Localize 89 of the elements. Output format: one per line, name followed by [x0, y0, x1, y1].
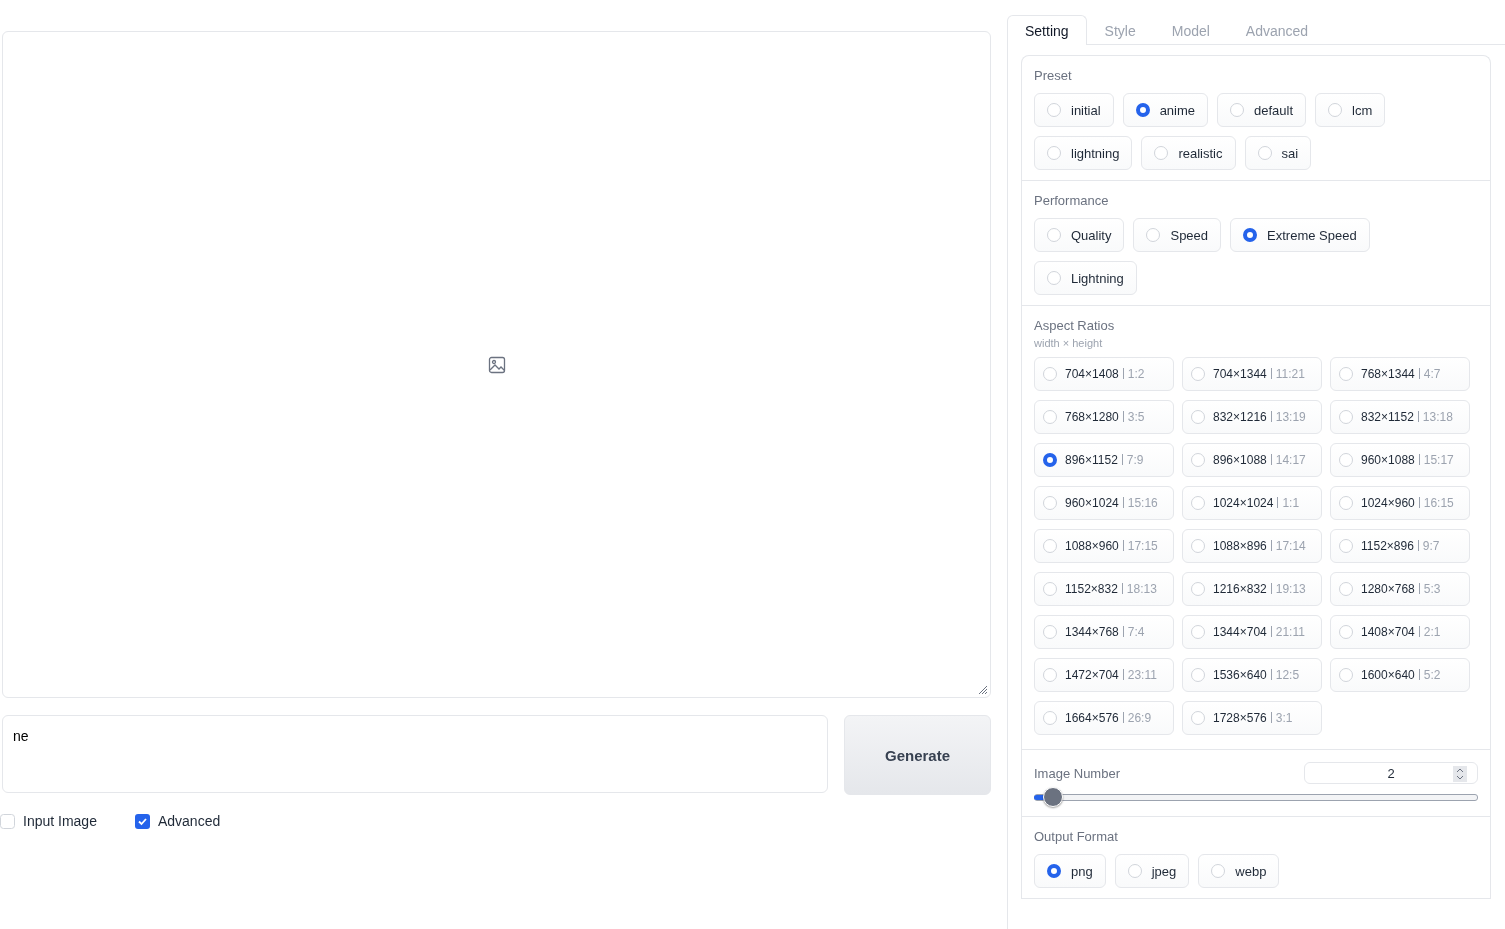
radio-option[interactable]: 960×1088 15:17	[1330, 443, 1470, 477]
checkbox-option[interactable]: Advanced	[134, 813, 221, 829]
radio-option[interactable]: jpeg	[1114, 854, 1190, 888]
radio-option[interactable]: default	[1217, 93, 1307, 127]
ratio-label: 1664×576 26:9	[1065, 711, 1152, 725]
ratio-label: 1600×640 5:2	[1361, 668, 1441, 682]
resize-handle-icon[interactable]	[976, 683, 988, 695]
spinner-icon[interactable]	[1453, 766, 1467, 782]
number-field[interactable]: 2	[1304, 762, 1478, 784]
radio-option[interactable]: 896×1152 7:9	[1034, 443, 1174, 477]
checkbox-option[interactable]: Input Image	[0, 813, 97, 829]
ratio-label: 1408×704 2:1	[1361, 625, 1441, 639]
ratio-label: 1088×960 17:15	[1065, 539, 1158, 553]
hint-text: width × height	[1034, 337, 1104, 349]
radio-button[interactable]	[1043, 453, 1057, 467]
radio-button[interactable]	[1135, 103, 1150, 117]
ratio-label: 1024×960 16:15	[1361, 496, 1454, 510]
radio-option[interactable]: 1152×896 9:7	[1330, 529, 1470, 563]
radio-option[interactable]: 1024×960 16:15	[1330, 486, 1470, 520]
radio-option[interactable]: png	[1034, 854, 1106, 888]
ratio-label: 896×1088 14:17	[1213, 453, 1306, 467]
ratio-label: 1152×896 9:7	[1361, 539, 1440, 553]
ratio-label: 768×1280 3:5	[1065, 410, 1145, 424]
ratio-label: 1472×704 23:11	[1065, 668, 1157, 682]
radio-option[interactable]: webp	[1198, 854, 1280, 888]
radio-option[interactable]: 768×1344 4:7	[1330, 357, 1470, 391]
radio-option[interactable]: 1024×1024 1:1	[1182, 486, 1322, 520]
radio-option[interactable]: 704×1408 1:2	[1034, 357, 1174, 391]
section-label: Output Format	[1034, 829, 1119, 844]
radio-option[interactable]: anime	[1122, 93, 1209, 127]
radio-button[interactable]	[1047, 864, 1061, 878]
radio-option[interactable]: 704×1344 11:21	[1182, 357, 1322, 391]
radio-option[interactable]: 832×1152 13:18	[1330, 400, 1470, 434]
radio-option[interactable]: 1472×704 23:11	[1034, 658, 1174, 692]
ratio-label: 960×1024 15:16	[1065, 496, 1158, 510]
radio-option[interactable]: Speed	[1133, 218, 1222, 252]
ratio-label: 1216×832 19:13	[1213, 582, 1306, 596]
prompt-field[interactable]: ne	[2, 715, 828, 793]
ratio-label: 1344×768 7:4	[1065, 625, 1145, 639]
ratio-label: 960×1088 15:17	[1361, 453, 1454, 467]
generate-button[interactable]: Generate	[844, 715, 991, 795]
ratio-label: 1728×576 3:1	[1213, 711, 1293, 725]
checkbox[interactable]	[134, 813, 150, 829]
ratio-label: 896×1152 7:9	[1065, 453, 1144, 467]
radio-option[interactable]: lightning	[1034, 136, 1133, 170]
section-label: Performance	[1034, 193, 1110, 208]
radio-button[interactable]	[1243, 228, 1258, 242]
ratio-label: 704×1408 1:2	[1065, 367, 1145, 381]
ratio-label: 832×1216 13:19	[1213, 410, 1306, 424]
ratio-label: 1088×896 17:14	[1213, 539, 1306, 553]
section-label: Aspect Ratios	[1034, 318, 1116, 333]
ratio-label: 1024×1024 1:1	[1213, 496, 1300, 510]
slider-thumb[interactable]	[1042, 787, 1063, 807]
checkbox[interactable]	[0, 813, 15, 829]
radio-option[interactable]: 1088×896 17:14	[1182, 529, 1322, 563]
radio-option[interactable]: 1408×704 2:1	[1330, 615, 1470, 649]
radio-option[interactable]: 1600×640 5:2	[1330, 658, 1470, 692]
radio-option[interactable]: 1216×832 19:13	[1182, 572, 1322, 606]
ratio-label: 832×1152 13:18	[1361, 410, 1453, 424]
radio-option[interactable]: 1728×576 3:1	[1182, 701, 1322, 735]
ratio-label: 768×1344 4:7	[1361, 367, 1441, 381]
tab[interactable]: Setting	[1007, 15, 1087, 45]
radio-option[interactable]: 1280×768 5:3	[1330, 572, 1470, 606]
ratio-label: 1280×768 5:3	[1361, 582, 1441, 596]
slider[interactable]	[1034, 786, 1478, 808]
ratio-label: 704×1344 11:21	[1213, 367, 1305, 381]
radio-option[interactable]: realistic	[1141, 136, 1236, 170]
section-label: Image Number	[1034, 765, 1120, 781]
radio-option[interactable]: 1088×960 17:15	[1034, 529, 1174, 563]
image-icon	[487, 355, 506, 374]
radio-option[interactable]: Lightning	[1034, 261, 1137, 295]
radio-option[interactable]: 1152×832 18:13	[1034, 572, 1174, 606]
ratio-label: 1536×640 12:5	[1213, 668, 1300, 682]
radio-option[interactable]: 1344×704 21:11	[1182, 615, 1322, 649]
radio-option[interactable]: 1344×768 7:4	[1034, 615, 1174, 649]
radio-option[interactable]: 768×1280 3:5	[1034, 400, 1174, 434]
radio-option[interactable]: 1664×576 26:9	[1034, 701, 1174, 735]
ratio-label: 1344×704 21:11	[1213, 625, 1305, 639]
radio-option[interactable]: lcm	[1315, 93, 1386, 127]
radio-option[interactable]: initial	[1034, 93, 1114, 127]
radio-option[interactable]: 1536×640 12:5	[1182, 658, 1322, 692]
ratio-label: 1152×832 18:13	[1065, 582, 1157, 596]
radio-option[interactable]: 832×1216 13:19	[1182, 400, 1322, 434]
radio-option[interactable]: Quality	[1034, 218, 1125, 252]
section-label: Preset	[1034, 68, 1073, 83]
radio-option[interactable]: 896×1088 14:17	[1182, 443, 1322, 477]
radio-option[interactable]: sai	[1244, 136, 1312, 170]
radio-option[interactable]: Extreme Speed	[1230, 218, 1370, 252]
radio-option[interactable]: 960×1024 15:16	[1034, 486, 1174, 520]
